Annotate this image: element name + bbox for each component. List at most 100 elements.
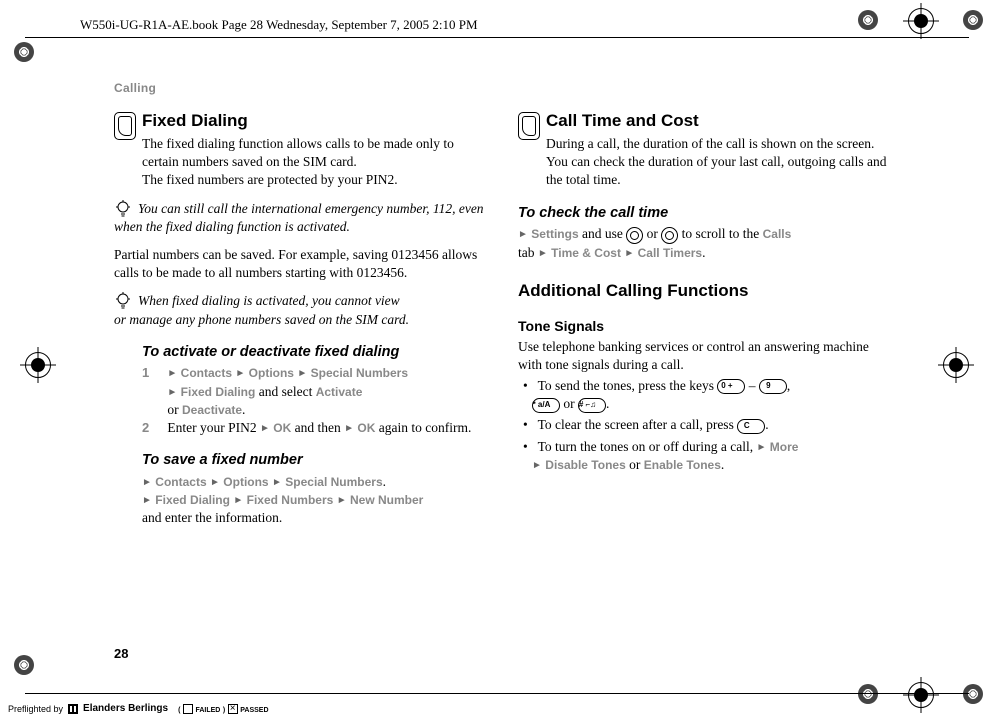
nav-arrow-icon: ►: [532, 460, 542, 471]
menu-item: Disable Tones: [545, 458, 625, 472]
step-1: 1 ► Contacts ► Options ► Special Numbers…: [142, 364, 490, 419]
paren: (: [178, 707, 180, 714]
step-body: Enter your PIN2 ► OK and then ► OK again…: [167, 419, 487, 437]
checkbox-failed-icon: [183, 704, 193, 714]
text: or: [629, 457, 644, 472]
partial-numbers-para: Partial numbers can be saved. For exampl…: [114, 246, 490, 282]
tone-signals-title: Tone Signals: [518, 317, 894, 336]
save-steps: ► Contacts ► Options ► Special Numbers. …: [142, 473, 490, 528]
nav-arrow-icon: ►: [167, 369, 177, 380]
failed-label: FAILED: [195, 707, 220, 714]
menu-item: Fixed Dialing: [155, 493, 230, 507]
step-body: ► Contacts ► Options ► Special Numbers ►…: [167, 364, 487, 419]
rosette-icon: [963, 10, 983, 30]
menu-item: Options: [223, 475, 268, 489]
nav-arrow-icon: ►: [260, 423, 270, 434]
registration-target-icon: [908, 8, 934, 34]
brand-name: Elanders Berlings: [83, 702, 168, 716]
header-rule: [25, 37, 969, 38]
nav-arrow-icon: ►: [167, 387, 177, 398]
fixed-dialing-title: Fixed Dialing: [114, 110, 490, 133]
text: or: [167, 402, 182, 417]
menu-item: Deactivate: [182, 403, 242, 417]
menu-item: Time & Cost: [551, 246, 621, 260]
lightbulb-icon: [114, 200, 132, 218]
menu-item: Call Timers: [638, 246, 702, 260]
menu-item: Special Numbers: [285, 475, 382, 489]
rosette-icon: [858, 684, 878, 704]
menu-item: Activate: [316, 385, 363, 399]
text: The fixed dialing function allows calls …: [142, 136, 454, 169]
text: and then: [295, 420, 345, 435]
menu-item: More: [770, 440, 799, 454]
preflight-footer: Preflighted by Elanders Berlings ( FAILE…: [8, 702, 269, 716]
nav-key-right-icon: [661, 227, 678, 244]
preflight-label: Preflighted by: [8, 703, 63, 715]
text: or: [647, 226, 662, 241]
menu-item: Calls: [763, 227, 792, 241]
rosette-icon: [14, 42, 34, 62]
registration-target-icon: [25, 352, 51, 378]
menu-item: OK: [273, 421, 291, 435]
text: –: [749, 378, 759, 393]
menu-item: Special Numbers: [311, 366, 408, 380]
footer-rule: [25, 693, 969, 694]
fixed-dialing-intro: The fixed dialing function allows calls …: [142, 135, 490, 190]
right-column: Call Time and Cost During a call, the du…: [518, 110, 894, 528]
note-text: or manage any phone numbers saved on the…: [114, 312, 409, 327]
section-header: Calling: [114, 80, 156, 96]
nav-arrow-icon: ►: [518, 229, 528, 240]
menu-item: Settings: [531, 227, 578, 241]
nav-arrow-icon: ►: [142, 477, 152, 488]
menu-item: OK: [357, 421, 375, 435]
activate-block: To activate or deactivate fixed dialing …: [142, 343, 490, 528]
nav-arrow-icon: ►: [272, 477, 282, 488]
page-number: 28: [114, 645, 128, 663]
text: again to confirm.: [379, 420, 472, 435]
text: and enter the information.: [142, 510, 282, 525]
nav-arrow-icon: ►: [235, 369, 245, 380]
note-text: You can still call the international eme…: [114, 201, 484, 234]
bullet-clear-screen: To clear the screen after a call, press …: [532, 416, 894, 434]
paren: ): [223, 707, 225, 714]
tone-signals-intro: Use telephone banking services or contro…: [518, 338, 894, 374]
rosette-icon: [858, 10, 878, 30]
nav-arrow-icon: ►: [757, 442, 767, 453]
bullet-send-tones: To send the tones, press the keys 0 + – …: [532, 377, 894, 413]
menu-item: Options: [249, 366, 294, 380]
text: tab: [518, 245, 538, 260]
nav-arrow-icon: ►: [344, 423, 354, 434]
nav-arrow-icon: ►: [233, 495, 243, 506]
rosette-icon: [14, 655, 34, 675]
menu-item: Contacts: [181, 366, 232, 380]
registration-target-icon: [908, 682, 934, 708]
call-time-intro: During a call, the duration of the call …: [546, 135, 894, 190]
step-number: 1: [142, 364, 164, 382]
text: To turn the tones on or off during a cal…: [538, 439, 757, 454]
key-hash-icon: # ⌐♫: [578, 398, 606, 413]
text: and use: [582, 226, 626, 241]
text: and select: [259, 384, 316, 399]
text: The fixed numbers are protected by your …: [142, 172, 398, 187]
lightbulb-icon: [114, 292, 132, 310]
menu-item: New Number: [350, 493, 423, 507]
registration-target-icon: [943, 352, 969, 378]
nav-key-left-icon: [626, 227, 643, 244]
note-text: When fixed dialing is activated, you can…: [138, 293, 400, 308]
call-time-title: Call Time and Cost: [518, 110, 894, 133]
left-column: Fixed Dialing The fixed dialing function…: [114, 110, 490, 528]
key-c-icon: C: [737, 419, 765, 434]
additional-title: Additional Calling Functions: [518, 280, 894, 303]
checkbox-passed-icon: [228, 704, 238, 714]
nav-arrow-icon: ►: [142, 495, 152, 506]
menu-item: Contacts: [155, 475, 206, 489]
bullet-toggle-tones: To turn the tones on or off during a cal…: [532, 438, 894, 474]
page-header: W550i-UG-R1A-AE.book Page 28 Wednesday, …: [0, 15, 994, 45]
note-sim-view: When fixed dialing is activated, you can…: [114, 292, 490, 328]
check-time-steps: ► Settings and use or to scroll to the C…: [518, 225, 894, 262]
activate-subtitle: To activate or deactivate fixed dialing: [142, 343, 490, 363]
feature-icon: [114, 112, 136, 140]
step-2: 2 Enter your PIN2 ► OK and then ► OK aga…: [142, 419, 490, 437]
text: or: [563, 396, 578, 411]
key-nine-icon: 9: [759, 379, 787, 394]
